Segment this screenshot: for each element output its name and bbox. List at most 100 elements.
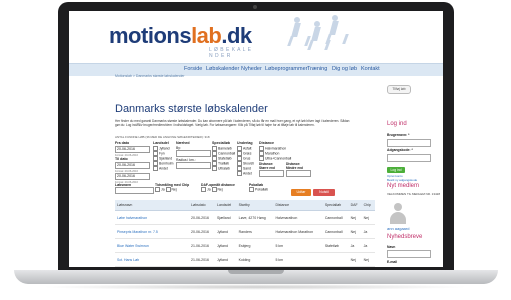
filter-specialloeb-label: Specialløb [212, 141, 230, 145]
login-title: Log ind [387, 121, 407, 127]
site-logo[interactable]: motionslab.dk L Ø B E K A L E N D E R [109, 23, 252, 59]
to-date-input[interactable]: 20-06-2016 [115, 162, 150, 169]
filter-naerhed: Nærhed By: Radius i km.: [176, 141, 211, 170]
race-name-input[interactable] [115, 187, 154, 194]
filter-distance-label: Distance [259, 141, 274, 145]
cell-startby: Kolding [236, 252, 274, 267]
distance-option[interactable]: Ultra+Cannonball [259, 156, 310, 161]
cup-race-checkbox[interactable] [249, 187, 254, 192]
filter-landsdel: Landsdel Jylland Fyn Sjælland Bornholm A… [153, 141, 174, 171]
filter-underlag: Underlag Asfalt Græs Grus Skovsti Sand A… [237, 141, 254, 176]
table-row[interactable]: Sct. Hans Løb 21-06-2016 Jylland Kolding… [115, 252, 375, 267]
password-label: Adgangskode: * [387, 148, 413, 152]
filter-distance: Distance Halvmarathon Marathon Ultra+Can… [259, 141, 311, 178]
cell-date: 21-06-2016 [189, 252, 215, 267]
cell-date: 20-06-2016 [189, 224, 215, 239]
logo-tagline: L Ø B E K A L E N D E R [209, 47, 252, 59]
checkbox[interactable] [212, 166, 217, 171]
filter-dates: Fra dato 20-06-2016 Format: 20-06-2016 T… [115, 141, 150, 184]
table-header-row: Løbsnavn Løbsdato Landsdel Startby Dista… [115, 200, 375, 211]
browser-viewport: motionslab.dk L Ø B E K A L E N D E R Fo… [69, 11, 443, 267]
col-header-region[interactable]: Landsdel [215, 200, 237, 211]
laptop-base [14, 270, 498, 284]
cell-chip: Nej [361, 252, 375, 267]
filter-naerhed-label: Nærhed [176, 141, 190, 145]
add-race-button[interactable]: Tilføj løb [387, 85, 411, 94]
col-header-name[interactable]: Løbsnavn [115, 200, 189, 211]
username-input[interactable] [387, 139, 431, 147]
daf-no-radio[interactable] [211, 187, 217, 192]
cup-race-option-label: Pokalløb [255, 187, 269, 192]
member-name-link[interactable]: ann aagaard [387, 227, 409, 231]
site-header: motionslab.dk L Ø B E K A L E N D E R [69, 11, 443, 63]
checkbox[interactable] [259, 156, 264, 161]
cell-chip: Nej [361, 210, 375, 225]
race-name-link[interactable]: Sct. Hans Løb [115, 252, 189, 267]
col-header-daf[interactable]: DAF [348, 200, 362, 211]
checkbox[interactable] [237, 171, 242, 176]
cell-special [322, 252, 349, 267]
city-input[interactable] [176, 150, 211, 157]
from-date-input[interactable]: 20-06-2016 [115, 146, 150, 153]
filter-underlag-label: Underlag [237, 141, 253, 145]
cell-distance: 5 km [273, 238, 323, 253]
logo-part-3: .dk [221, 23, 252, 48]
underlag-option[interactable]: Andet [237, 171, 254, 176]
col-header-startby[interactable]: Startby [236, 200, 274, 211]
chip-no-label: Nej [171, 187, 177, 192]
logo-part-2: lab [191, 23, 222, 48]
password-input[interactable] [387, 154, 431, 162]
laptop-frame: motionslab.dk L Ø B E K A L E N D E R Fo… [58, 2, 454, 272]
col-header-distance[interactable]: Distance [273, 200, 323, 211]
newsletter-email-label: E-mail [387, 260, 398, 264]
distance-max-input[interactable] [286, 170, 311, 177]
table-row[interactable]: Pinsepris Marathon nr. 7.5 20-06-2016 Jy… [115, 224, 375, 239]
filter-from-date-label: Fra dato [115, 141, 130, 145]
webcam [253, 5, 257, 9]
race-name-link[interactable]: Pinsepris Marathon nr. 7.5 [115, 224, 189, 239]
nav-item-traening[interactable]: Træning [307, 66, 327, 72]
filter-submit-button[interactable]: Udfør [291, 189, 311, 196]
col-header-special[interactable]: Specialløb [322, 200, 349, 211]
breadcrumb[interactable]: Motionslab > Danmarks største løbskalend… [115, 74, 185, 78]
login-button[interactable]: Log ind [387, 167, 405, 173]
intro-text: Her finder du med garanti Danmarks størs… [115, 119, 350, 128]
page-title: Danmarks største løbskalender [115, 103, 268, 115]
table-row[interactable]: Blue Water Swimrun 21-06-2016 Jylland Es… [115, 238, 375, 253]
chip-yes-radio[interactable] [155, 187, 160, 192]
table-row[interactable]: Løbe halvmarathon 20-06-2016 Sjælland Lø… [115, 210, 375, 225]
nav-item-dig-og-loeb[interactable]: Dig og løb [332, 66, 357, 72]
col-header-date[interactable]: Løbsdato [189, 200, 215, 211]
race-name-link[interactable]: Løbe halvmarathon [115, 210, 189, 225]
logo-part-1: motions [109, 23, 192, 48]
chip-no-radio[interactable] [165, 187, 171, 192]
checkbox[interactable] [153, 166, 158, 171]
newsletter-name-label: Navn [387, 245, 396, 249]
distance-min-label: Distance: Større end [259, 162, 275, 170]
daf-yes-radio[interactable] [201, 187, 206, 192]
runner-graphic [307, 21, 331, 51]
to-date-input-2[interactable]: 20-06-2016 [115, 173, 150, 180]
col-header-chip[interactable]: Chip [361, 200, 375, 211]
nav-item-kontakt[interactable]: Kontakt [361, 66, 380, 72]
daf-no-label: Nej [217, 187, 223, 192]
radius-input[interactable] [176, 162, 211, 169]
cell-distance: Halvmarathon [273, 210, 323, 225]
cell-distance: 5 km [273, 252, 323, 267]
cell-chip: Ja [361, 224, 375, 239]
welcome-text: VELKOMMEN TIL MEDLEM NR. 13428 [387, 192, 441, 196]
username-label: Brugernavn: * [387, 133, 410, 137]
race-name-link[interactable]: Blue Water Swimrun [115, 238, 189, 253]
filter-reset-button[interactable]: Nulstil [313, 189, 335, 196]
cell-startby: Randers [236, 224, 274, 239]
specialloeb-option[interactable]: Ultraløb [212, 166, 235, 171]
nav-item-loebeprogrammer[interactable]: Løbeprogrammer [265, 66, 308, 72]
landsdel-option[interactable]: Andet [153, 166, 174, 171]
distance-max-label: Distance: Mindre end [286, 162, 304, 170]
nav-item-loebskalender[interactable]: Løbskalender [206, 66, 239, 72]
laptop-shadow [40, 284, 470, 290]
distance-min-input[interactable] [259, 170, 284, 177]
nav-item-forside[interactable]: Forside [184, 66, 202, 72]
newsletter-name-input[interactable] [387, 250, 431, 258]
nav-item-nyheder[interactable]: Nyheder [241, 66, 262, 72]
